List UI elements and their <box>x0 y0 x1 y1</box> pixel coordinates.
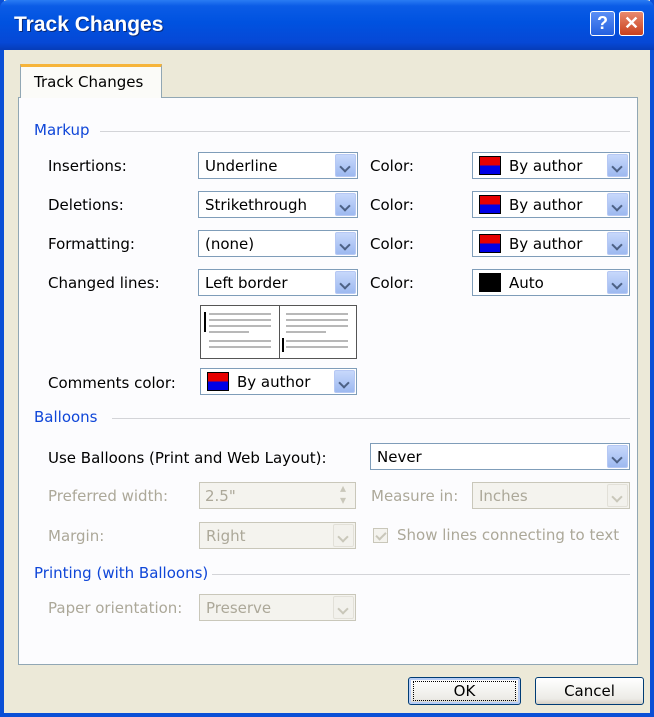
deletions-color-select[interactable]: By author <box>472 191 630 218</box>
cancel-button[interactable]: Cancel <box>535 677 644 705</box>
changed-lines-select[interactable]: Left border <box>198 269 358 296</box>
preview-line <box>209 319 271 321</box>
insertions-color-value: By author <box>509 157 583 175</box>
deletions-color-value: By author <box>509 196 583 214</box>
insertions-select[interactable]: Underline <box>198 152 358 179</box>
changed-lines-color-value: Auto <box>509 274 544 292</box>
chevron-down-icon[interactable] <box>333 596 354 619</box>
insertions-label: Insertions: <box>48 157 127 175</box>
use-balloons-select[interactable]: Never <box>370 443 630 470</box>
formatting-value: (none) <box>205 235 255 253</box>
cancel-button-label: Cancel <box>564 682 615 700</box>
changed-lines-color-select[interactable]: Auto <box>472 269 630 296</box>
changed-lines-color-label: Color: <box>370 274 414 292</box>
measure-in-select[interactable]: Inches <box>472 482 630 509</box>
chevron-down-icon[interactable] <box>607 445 628 468</box>
changed-lines-value: Left border <box>205 274 288 292</box>
changed-lines-label: Changed lines: <box>48 274 160 292</box>
deletions-value: Strikethrough <box>205 196 308 214</box>
preview-line <box>209 331 249 333</box>
tab-label: Track Changes <box>34 73 144 91</box>
margin-label: Margin: <box>48 527 105 545</box>
preview-left-page <box>201 306 278 358</box>
paper-orientation-select[interactable]: Preserve <box>199 594 356 621</box>
printing-heading: Printing (with Balloons) <box>34 564 209 582</box>
help-button[interactable]: ? <box>590 11 615 36</box>
chevron-down-icon[interactable] <box>607 484 628 507</box>
preview-line <box>209 346 271 348</box>
chevron-down-icon[interactable] <box>333 524 354 547</box>
paper-orientation-value: Preserve <box>206 599 272 617</box>
formatting-label: Formatting: <box>48 235 135 253</box>
markup-heading: Markup <box>34 121 90 139</box>
tab-track-changes[interactable]: Track Changes <box>20 64 162 98</box>
deletions-select[interactable]: Strikethrough <box>198 191 358 218</box>
chevron-down-icon[interactable] <box>335 193 356 216</box>
preview-line <box>286 313 348 315</box>
chevron-down-icon[interactable] <box>607 154 628 177</box>
preview-line <box>286 331 326 333</box>
formatting-select[interactable]: (none) <box>198 230 358 257</box>
changed-lines-preview <box>200 305 357 359</box>
chevron-down-icon[interactable] <box>335 271 356 294</box>
title-bar[interactable]: Track Changes ? ✕ <box>0 0 654 50</box>
change-bar <box>282 338 284 352</box>
chevron-down-icon[interactable] <box>335 154 356 177</box>
formatting-color-select[interactable]: By author <box>472 230 630 257</box>
change-bar <box>204 312 206 332</box>
preferred-width-label: Preferred width: <box>48 487 169 505</box>
formatting-color-value: By author <box>509 235 583 253</box>
measure-in-value: Inches <box>479 487 528 505</box>
balloons-divider <box>112 418 630 419</box>
close-button[interactable]: ✕ <box>619 11 644 36</box>
show-lines-label: Show lines connecting to text <box>397 526 620 544</box>
insertions-color-select[interactable]: By author <box>472 152 630 179</box>
deletions-color-label: Color: <box>370 196 414 214</box>
ok-button[interactable]: OK <box>408 677 521 705</box>
chevron-down-icon[interactable] <box>607 193 628 216</box>
margin-select[interactable]: Right <box>199 522 356 549</box>
measure-in-label: Measure in: <box>371 487 459 505</box>
preferred-width-spinner[interactable]: 2.5" <box>199 481 356 509</box>
window-title: Track Changes <box>14 13 164 36</box>
printing-divider <box>212 574 630 575</box>
preview-line <box>209 313 271 315</box>
color-swatch <box>479 156 501 175</box>
spin-arrows-icon[interactable] <box>335 481 354 507</box>
chevron-down-icon[interactable] <box>335 232 356 255</box>
preview-line <box>286 346 348 348</box>
preview-right-page <box>279 306 357 358</box>
show-lines-checkbox[interactable] <box>373 528 388 543</box>
color-swatch <box>479 195 501 214</box>
color-swatch <box>479 273 501 292</box>
preview-line <box>286 319 348 321</box>
comments-color-select[interactable]: By author <box>200 368 357 395</box>
comments-color-label: Comments color: <box>48 374 176 392</box>
preview-line <box>286 325 348 327</box>
ok-button-label: OK <box>412 681 517 701</box>
insertions-value: Underline <box>205 157 278 175</box>
balloons-heading: Balloons <box>34 408 98 426</box>
preview-line <box>286 340 348 342</box>
paper-orientation-label: Paper orientation: <box>48 599 183 617</box>
margin-value: Right <box>206 527 246 545</box>
chevron-down-icon[interactable] <box>334 370 355 393</box>
comments-color-value: By author <box>237 373 311 391</box>
use-balloons-label: Use Balloons (Print and Web Layout): <box>48 449 327 467</box>
insertions-color-label: Color: <box>370 157 414 175</box>
chevron-down-icon[interactable] <box>607 271 628 294</box>
markup-divider <box>100 131 630 132</box>
formatting-color-label: Color: <box>370 235 414 253</box>
color-swatch <box>479 234 501 253</box>
color-swatch <box>207 372 229 391</box>
chevron-down-icon[interactable] <box>607 232 628 255</box>
preview-line <box>209 325 271 327</box>
deletions-label: Deletions: <box>48 196 124 214</box>
use-balloons-value: Never <box>377 448 422 466</box>
preferred-width-value: 2.5" <box>205 487 236 505</box>
preview-line <box>209 340 271 342</box>
